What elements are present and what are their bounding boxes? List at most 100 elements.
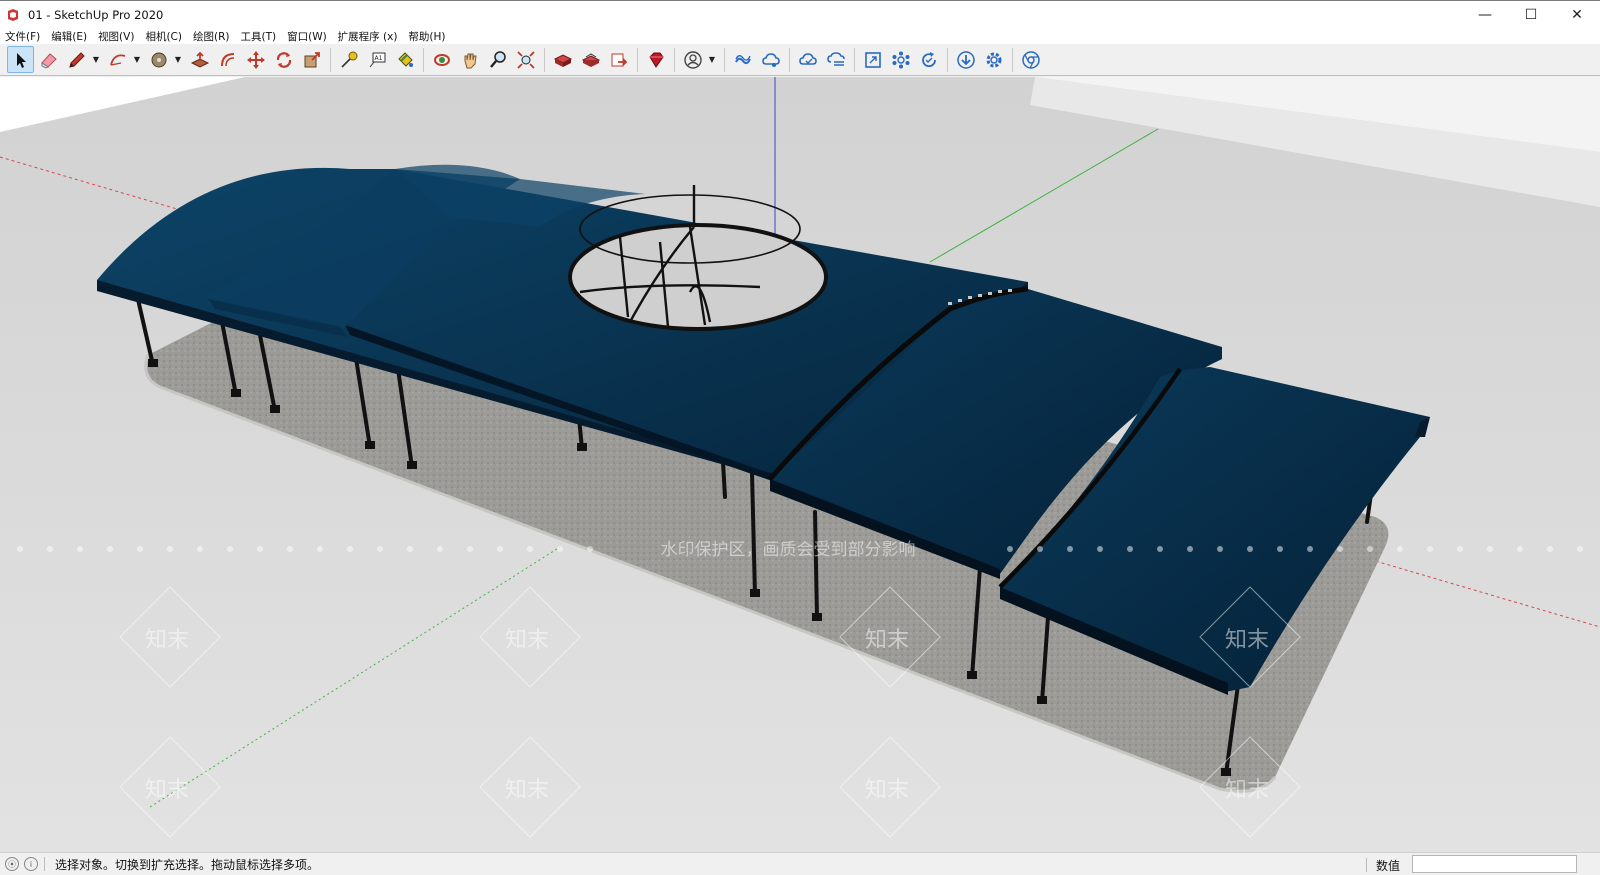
modeling-viewport[interactable]: 水印保护区，画质会受到部分影响 知末 知末 知末 知末 知末 知末 知末 知末 [0, 77, 1600, 852]
arc-icon [109, 54, 125, 66]
refresh-icon [921, 51, 936, 67]
offset-tool-button[interactable] [214, 46, 241, 73]
watermark-text: 水印保护区，画质会受到部分影响 [661, 540, 916, 560]
ruby-console-button[interactable] [642, 46, 669, 73]
status-message: 选择对象。切换到扩充选择。拖动鼠标选择多项。 [55, 857, 320, 872]
svg-text:知末: 知末 [145, 628, 189, 653]
account-dropdown-chevron-down-icon[interactable]: ▼ [707, 46, 717, 73]
measure-separator [1366, 858, 1367, 872]
menu-edit[interactable]: 编辑(E) [51, 29, 87, 44]
eraser-tool-button[interactable] [35, 46, 62, 73]
push-pull-tool-button[interactable] [186, 46, 213, 73]
geolocation-icon[interactable]: ⦿ [5, 857, 19, 871]
svg-text:知末: 知末 [145, 778, 189, 803]
push-pull-icon [190, 51, 209, 68]
text-icon: A1 [369, 52, 385, 67]
menu-bar: 文件(F) 编辑(E) 视图(V) 相机(C) 绘图(R) 工具(T) 窗口(W… [0, 28, 1600, 44]
shape-dropdown-chevron-down-icon[interactable]: ▼ [173, 46, 183, 73]
scale-icon [304, 51, 320, 67]
tape-measure-tool-button[interactable] [335, 46, 362, 73]
toolbar: ▼ ▼ ▼ A1 ▼ [0, 44, 1600, 76]
paint-bucket-tool-button[interactable] [391, 46, 418, 73]
components-button[interactable] [887, 46, 914, 73]
toolbar-separator [789, 47, 790, 72]
toolbar-separator [1012, 47, 1013, 72]
pan-tool-button[interactable] [456, 46, 483, 73]
pan-icon [464, 53, 477, 68]
title-bar: 01 - SketchUp Pro 2020 — ☐ ✕ [0, 0, 1600, 28]
menu-extensions[interactable]: 扩展程序 (x) [338, 29, 398, 44]
svg-text:知末: 知末 [1225, 628, 1269, 653]
offset-icon [220, 52, 234, 66]
minimize-button[interactable]: — [1462, 1, 1508, 29]
arc-tool-button[interactable] [104, 46, 131, 73]
pencil-icon [68, 51, 85, 68]
sketchup-logo-icon [6, 8, 20, 22]
text-tool-button[interactable]: A1 [363, 46, 390, 73]
toolbar-separator [947, 47, 948, 72]
chrome-icon [1021, 50, 1040, 69]
send-to-layout-button[interactable] [605, 46, 632, 73]
toolbar-separator [544, 47, 545, 72]
menu-draw[interactable]: 绘图(R) [193, 29, 230, 44]
menu-window[interactable]: 窗口(W) [287, 29, 327, 44]
move-tool-button[interactable] [242, 46, 269, 73]
cloud-list-icon [826, 51, 845, 66]
measurements-label: 数值 [1376, 859, 1401, 873]
layout-icon [611, 53, 627, 66]
svg-text:知末: 知末 [865, 628, 909, 653]
3d-warehouse-button[interactable] [549, 46, 576, 73]
extension-warehouse-icon [581, 52, 600, 67]
warehouse-icon [553, 53, 572, 67]
zoom-window-button[interactable] [859, 46, 886, 73]
select-tool-button[interactable] [7, 46, 34, 73]
menu-view[interactable]: 视图(V) [98, 29, 134, 44]
download-button[interactable] [952, 46, 979, 73]
cloud-sync-icon [798, 52, 817, 65]
cloud-sync-button[interactable] [794, 46, 821, 73]
menu-help[interactable]: 帮助(H) [408, 29, 445, 44]
pencil-tool-button[interactable] [63, 46, 90, 73]
zoom-tool-button[interactable] [484, 46, 511, 73]
orbit-tool-button[interactable] [428, 46, 455, 73]
orbit-icon [433, 53, 450, 66]
cloud-share-button[interactable] [757, 46, 784, 73]
pencil-dropdown-chevron-down-icon[interactable]: ▼ [91, 46, 101, 73]
ruby-icon [648, 52, 664, 68]
refresh-button[interactable] [915, 46, 942, 73]
shape-tool-button[interactable] [145, 46, 172, 73]
info-icon[interactable]: i [24, 857, 38, 871]
close-button[interactable]: ✕ [1554, 1, 1600, 29]
select-icon [16, 52, 26, 68]
status-bar: ⦿ i 选择对象。切换到扩充选择。拖动鼠标选择多项。 数值 [0, 852, 1600, 875]
paint-bucket-icon [397, 51, 413, 67]
maximize-button[interactable]: ☐ [1508, 1, 1554, 29]
settings-button[interactable] [980, 46, 1007, 73]
menu-file[interactable]: 文件(F) [5, 29, 40, 44]
account-button[interactable] [679, 46, 706, 73]
components-icon [892, 51, 909, 68]
zoom-window-icon [864, 51, 881, 68]
status-separator [44, 857, 45, 871]
window-controls: — ☐ ✕ [1462, 1, 1600, 29]
svg-text:知末: 知末 [865, 778, 909, 803]
browser-button[interactable] [1017, 46, 1044, 73]
cloud-share-icon [761, 52, 780, 67]
rotate-icon [276, 51, 291, 68]
rotate-tool-button[interactable] [270, 46, 297, 73]
menu-tools[interactable]: 工具(T) [240, 29, 276, 44]
arc-dropdown-chevron-down-icon[interactable]: ▼ [132, 46, 142, 73]
eraser-icon [40, 52, 57, 69]
menu-camera[interactable]: 相机(C) [145, 29, 182, 44]
trimble-connect-button[interactable] [729, 46, 756, 73]
extension-warehouse-button[interactable] [577, 46, 604, 73]
svg-text:A1: A1 [374, 55, 382, 62]
toolbar-separator [423, 47, 424, 72]
toolbar-separator [330, 47, 331, 72]
measurements-input[interactable] [1412, 855, 1577, 873]
cloud-list-button[interactable] [822, 46, 849, 73]
download-icon [956, 50, 975, 69]
zoom-extents-icon [516, 50, 535, 69]
scale-tool-button[interactable] [298, 46, 325, 73]
zoom-extents-tool-button[interactable] [512, 46, 539, 73]
